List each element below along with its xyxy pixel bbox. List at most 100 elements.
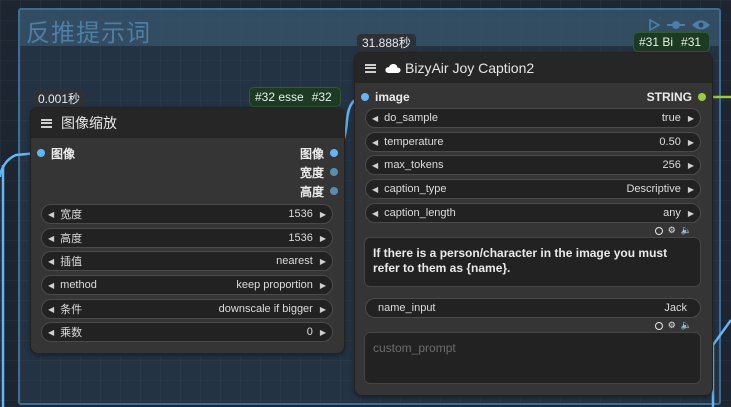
widget-value: Descriptive: [626, 183, 681, 195]
widget-caption-length[interactable]: ◀ caption_length any ▶: [365, 203, 701, 223]
widget-interpolation[interactable]: ◀ 插值 nearest ▶: [41, 251, 333, 271]
increment-arrow-icon[interactable]: ▶: [320, 305, 326, 314]
widget-value: 0.50: [659, 136, 681, 148]
link-icon[interactable]: [667, 18, 685, 32]
output-slot-width[interactable]: 宽度: [300, 164, 338, 180]
widget-label: caption_length: [384, 207, 456, 219]
widget-multiple[interactable]: ◀ 乘数 0 ▶: [41, 322, 333, 342]
decrement-arrow-icon[interactable]: ◀: [372, 161, 378, 170]
widget-label: 乘数: [60, 327, 83, 339]
widget-condition[interactable]: ◀ 条件 downscale if bigger ▶: [41, 299, 333, 319]
widget-label: do_sample: [384, 112, 438, 124]
input-label: image: [375, 90, 410, 104]
cloud-icon: [385, 63, 401, 73]
textarea-toolbar: ⚙ 🔈: [654, 225, 692, 236]
decrement-arrow-icon[interactable]: ◀: [48, 281, 54, 290]
increment-arrow-icon[interactable]: ▶: [688, 138, 694, 147]
widget-label: 插值: [60, 256, 83, 268]
output-label: 高度: [299, 184, 324, 199]
widget-caption-type[interactable]: ◀ caption_type Descriptive ▶: [365, 179, 701, 199]
menu-icon[interactable]: [365, 63, 376, 73]
circle-icon[interactable]: [654, 321, 663, 330]
input-label: 图像: [51, 146, 76, 161]
widget-value: 1536: [288, 208, 313, 220]
textarea-placeholder: custom_prompt: [373, 341, 456, 355]
increment-arrow-icon[interactable]: ▶: [320, 281, 326, 290]
decrement-arrow-icon[interactable]: ◀: [48, 210, 54, 219]
increment-arrow-icon[interactable]: ▶: [320, 257, 326, 266]
input-dot[interactable]: [37, 149, 45, 157]
decrement-arrow-icon[interactable]: ◀: [48, 305, 54, 314]
increment-arrow-icon[interactable]: ▶: [320, 234, 326, 243]
decrement-arrow-icon[interactable]: ◀: [372, 185, 378, 194]
joy-caption-node[interactable]: BizyAir Joy Caption2 image STRING ◀ do_s…: [355, 53, 712, 395]
output-label: 宽度: [299, 165, 324, 180]
speaker-icon[interactable]: 🔈: [681, 320, 692, 331]
input-slot-image[interactable]: image: [361, 89, 410, 105]
widget-max-tokens[interactable]: ◀ max_tokens 256 ▶: [365, 155, 701, 175]
widget-label: 条件: [60, 304, 83, 316]
node-title: 图像缩放: [61, 115, 117, 131]
widget-height[interactable]: ◀ 高度 1536 ▶: [41, 228, 333, 248]
increment-arrow-icon[interactable]: ▶: [320, 328, 326, 337]
widget-value: 1536: [288, 232, 313, 244]
widget-label: name_input: [378, 302, 436, 314]
output-label: 图像: [299, 146, 324, 161]
decrement-arrow-icon[interactable]: ◀: [372, 138, 378, 147]
node-header[interactable]: BizyAir Joy Caption2: [355, 53, 712, 83]
output-slot-string[interactable]: STRING: [647, 89, 706, 105]
output-slot-height[interactable]: 高度: [300, 183, 338, 199]
decrement-arrow-icon[interactable]: ◀: [372, 114, 378, 123]
widget-label: 高度: [60, 233, 83, 245]
widget-do-sample[interactable]: ◀ do_sample true ▶: [365, 108, 701, 128]
increment-arrow-icon[interactable]: ▶: [688, 209, 694, 218]
decrement-arrow-icon[interactable]: ◀: [48, 257, 54, 266]
execution-time-badge: 31.888秒: [357, 34, 416, 52]
node-header[interactable]: 图像缩放: [31, 108, 344, 138]
output-label: STRING: [646, 90, 692, 104]
widget-value: nearest: [276, 255, 313, 267]
eye-icon[interactable]: [691, 18, 711, 32]
output-dot[interactable]: [330, 149, 338, 157]
widget-label: method: [60, 279, 97, 291]
output-dot[interactable]: [330, 187, 338, 195]
widget-value: true: [661, 112, 681, 124]
textarea-text: If there is a person/character in the im…: [373, 246, 668, 275]
widget-label: max_tokens: [384, 159, 444, 171]
increment-arrow-icon[interactable]: ▶: [320, 210, 326, 219]
input-slot-image[interactable]: 图像: [37, 145, 75, 161]
speaker-icon[interactable]: 🔈: [681, 225, 692, 236]
widget-label: caption_type: [384, 183, 447, 195]
increment-arrow-icon[interactable]: ▶: [688, 185, 694, 194]
widget-value: 256: [662, 159, 681, 171]
widget-name-input[interactable]: name_input Jack: [365, 298, 701, 318]
increment-arrow-icon[interactable]: ▶: [688, 161, 694, 170]
execution-time-badge: 0.001秒: [33, 90, 86, 108]
decrement-arrow-icon[interactable]: ◀: [48, 328, 54, 337]
decrement-arrow-icon[interactable]: ◀: [48, 234, 54, 243]
output-dot[interactable]: [330, 168, 338, 176]
widget-width[interactable]: ◀ 宽度 1536 ▶: [41, 204, 333, 224]
custom-prompt-textarea[interactable]: custom_prompt: [364, 332, 701, 384]
gear-icon[interactable]: ⚙: [668, 320, 676, 331]
image-resize-node[interactable]: 图像缩放 图像 图像 宽度 高度 ◀ 宽度 1536 ▶ ◀ 高度 1536 ▶…: [31, 108, 344, 353]
node-id-badge: #32 esse #32: [249, 87, 341, 107]
group-title: 反推提示词: [26, 19, 151, 47]
menu-icon[interactable]: [41, 118, 52, 128]
widget-value: any: [663, 207, 681, 219]
widget-value: Jack: [664, 302, 687, 314]
increment-arrow-icon[interactable]: ▶: [688, 114, 694, 123]
input-dot[interactable]: [361, 93, 369, 101]
output-dot[interactable]: [698, 93, 706, 101]
output-slot-image[interactable]: 图像: [300, 145, 338, 161]
node-title: BizyAir Joy Caption2: [405, 60, 535, 76]
decrement-arrow-icon[interactable]: ◀: [372, 209, 378, 218]
widget-temperature[interactable]: ◀ temperature 0.50 ▶: [365, 132, 701, 152]
widget-method[interactable]: ◀ method keep proportion ▶: [41, 275, 333, 295]
play-icon[interactable]: [647, 18, 661, 32]
node-id-badge: #31 Bi #31: [633, 32, 710, 52]
gear-icon[interactable]: ⚙: [668, 225, 676, 236]
circle-icon[interactable]: [654, 226, 663, 235]
widget-value: 0: [306, 326, 313, 338]
extra-options-textarea[interactable]: If there is a person/character in the im…: [364, 237, 701, 287]
